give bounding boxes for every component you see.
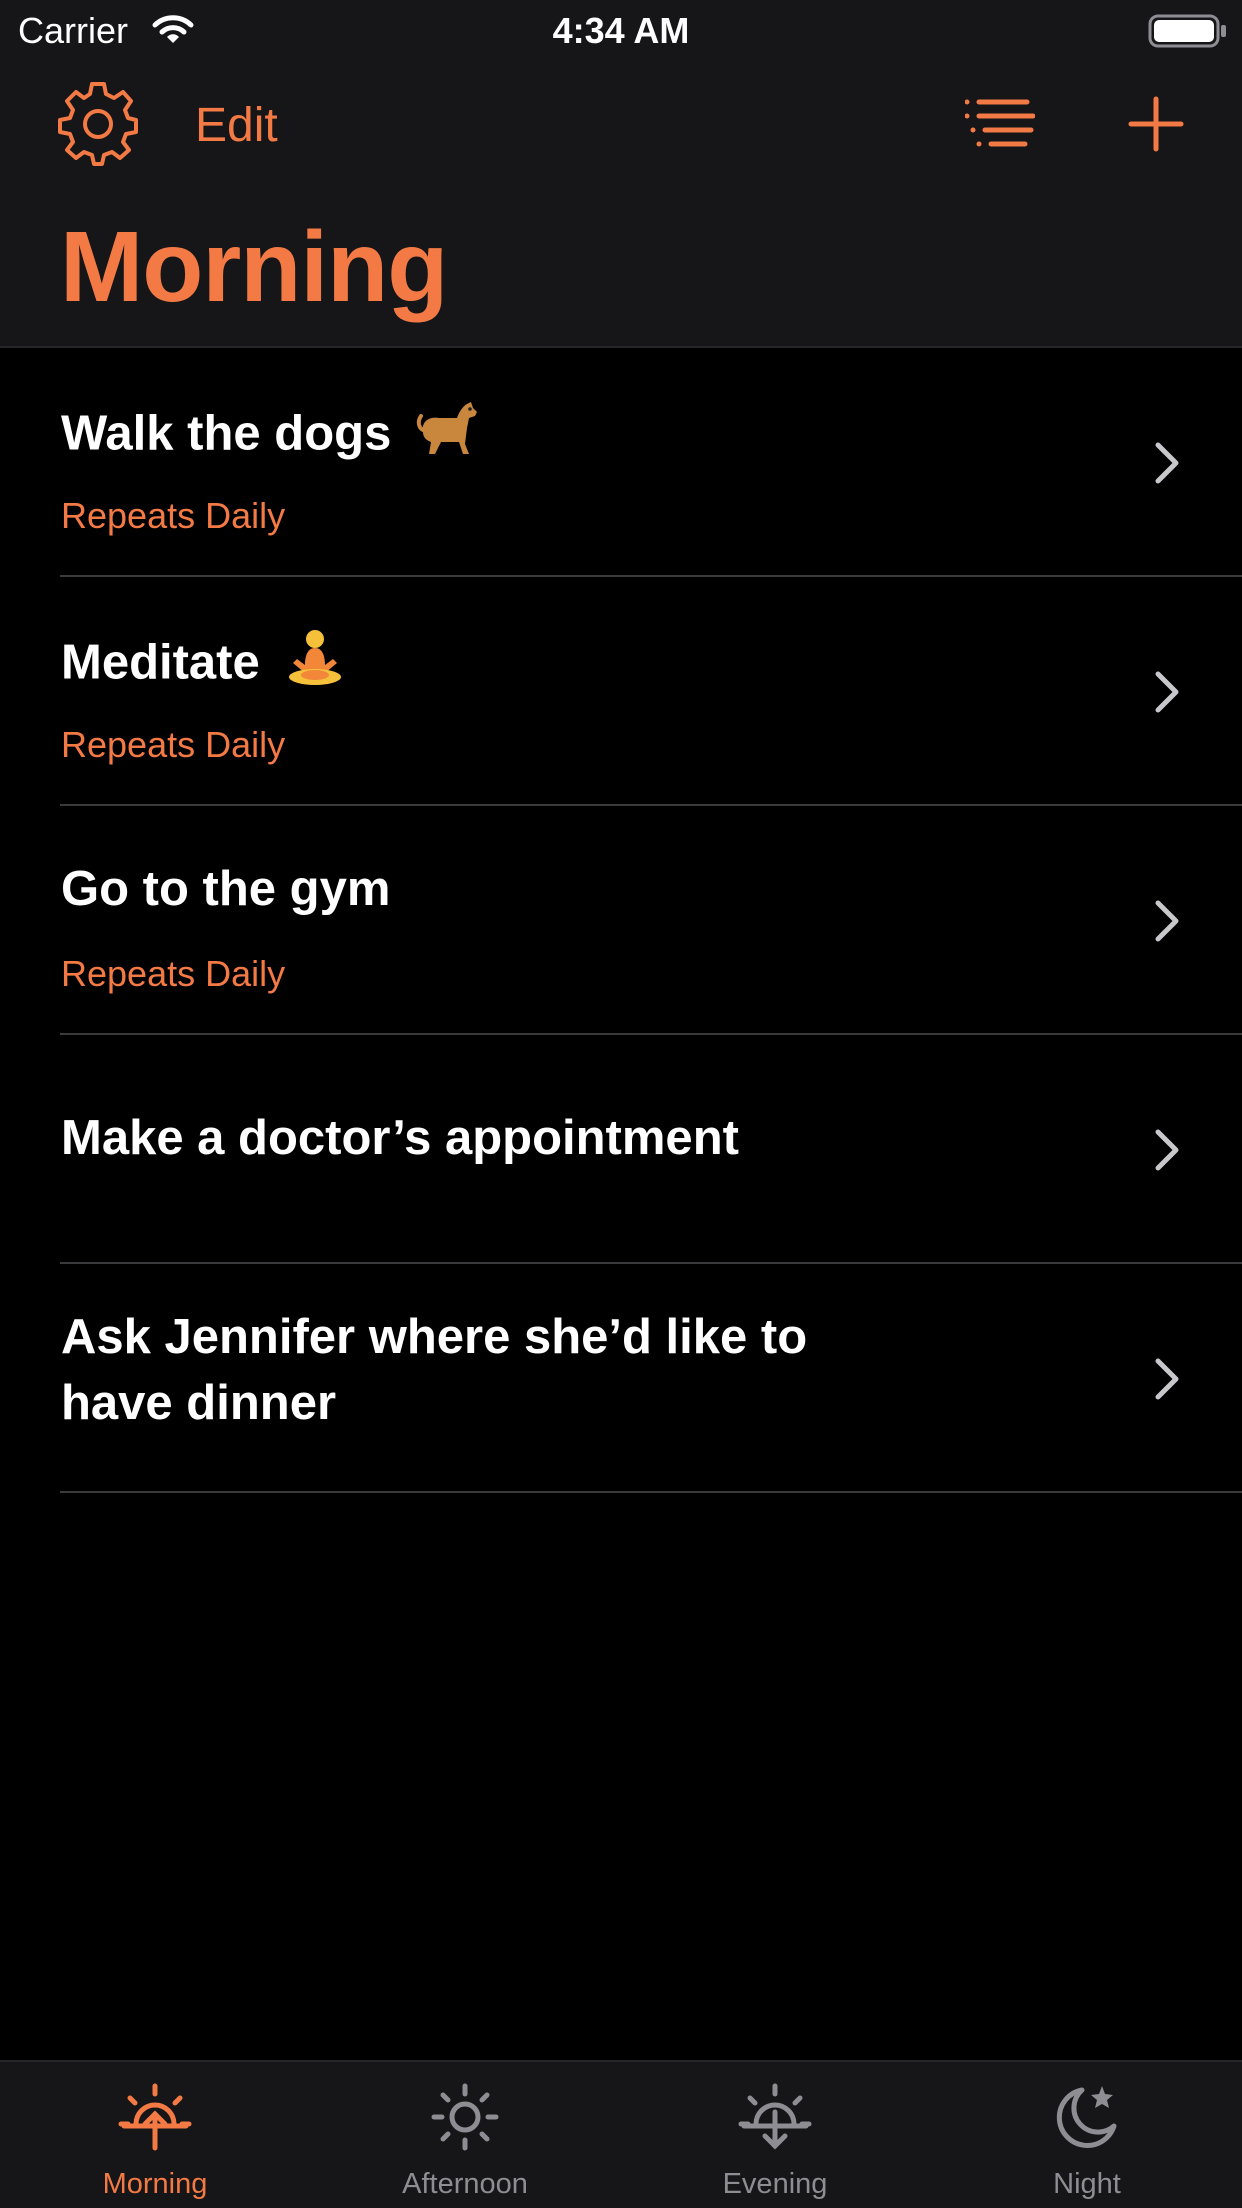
chevron-right-icon [1152, 1128, 1182, 1177]
sunset-icon [738, 2082, 812, 2157]
tab-label: Afternoon [402, 2168, 528, 2200]
task-title: Go to the gym [61, 862, 391, 916]
tab-morning[interactable]: Morning [0, 2062, 310, 2208]
list-item[interactable]: Walk the dogs Repeats Daily [0, 348, 1242, 577]
list-item[interactable]: Meditate Repeats Daily [0, 577, 1242, 806]
plus-icon [1128, 96, 1184, 157]
clock-label: 4:34 AM [552, 10, 690, 51]
sun-icon [430, 2082, 500, 2157]
task-title: Meditate [61, 627, 901, 704]
row-separator [60, 1491, 1242, 1493]
repeat-label: Repeats Daily [61, 724, 286, 765]
repeat-label: Repeats Daily [61, 953, 286, 994]
chevron-right-icon [1152, 441, 1182, 490]
tab-afternoon[interactable]: Afternoon [310, 2062, 620, 2208]
add-task-button[interactable] [1124, 94, 1188, 158]
list-item[interactable]: Ask Jennifer where she’d like to have di… [0, 1264, 1242, 1493]
list-item[interactable]: Go to the gym Repeats Daily [0, 806, 1242, 1035]
battery-icon [1148, 14, 1228, 53]
page-title: Morning [60, 211, 448, 323]
dog-icon [415, 398, 479, 475]
chevron-right-icon [1152, 1357, 1182, 1406]
sunrise-icon [118, 2082, 192, 2157]
chevron-right-icon [1152, 670, 1182, 719]
status-bar: Carrier 4:34 AM [0, 0, 1242, 62]
task-title: Walk the dogs [61, 398, 901, 475]
edit-button[interactable]: Edit [195, 98, 278, 153]
list-lines-icon [964, 96, 1036, 157]
gear-icon [56, 81, 140, 171]
sort-button[interactable] [962, 94, 1038, 158]
tab-label: Evening [722, 2168, 828, 2200]
task-title: Ask Jennifer where she’d like to have di… [61, 1310, 808, 1430]
tab-label: Night [1053, 2168, 1121, 2200]
repeat-label: Repeats Daily [61, 495, 286, 536]
list-item[interactable]: Make a doctor’s appointment [0, 1035, 1242, 1264]
settings-button[interactable] [56, 81, 140, 171]
meditating-person-icon [283, 627, 347, 704]
chevron-right-icon [1152, 899, 1182, 948]
tab-evening[interactable]: Evening [620, 2062, 930, 2208]
tab-bar: Morning Afternoon Evening Night [0, 2060, 1242, 2208]
moon-stars-icon [1052, 2082, 1122, 2157]
task-list: Walk the dogs Repeats Daily Meditate Rep… [0, 348, 1242, 1493]
tab-night[interactable]: Night [932, 2062, 1242, 2208]
tab-label: Morning [102, 2168, 208, 2200]
navigation-bar: Edit Morning [0, 62, 1242, 348]
task-title: Make a doctor’s appointment [61, 1111, 739, 1165]
